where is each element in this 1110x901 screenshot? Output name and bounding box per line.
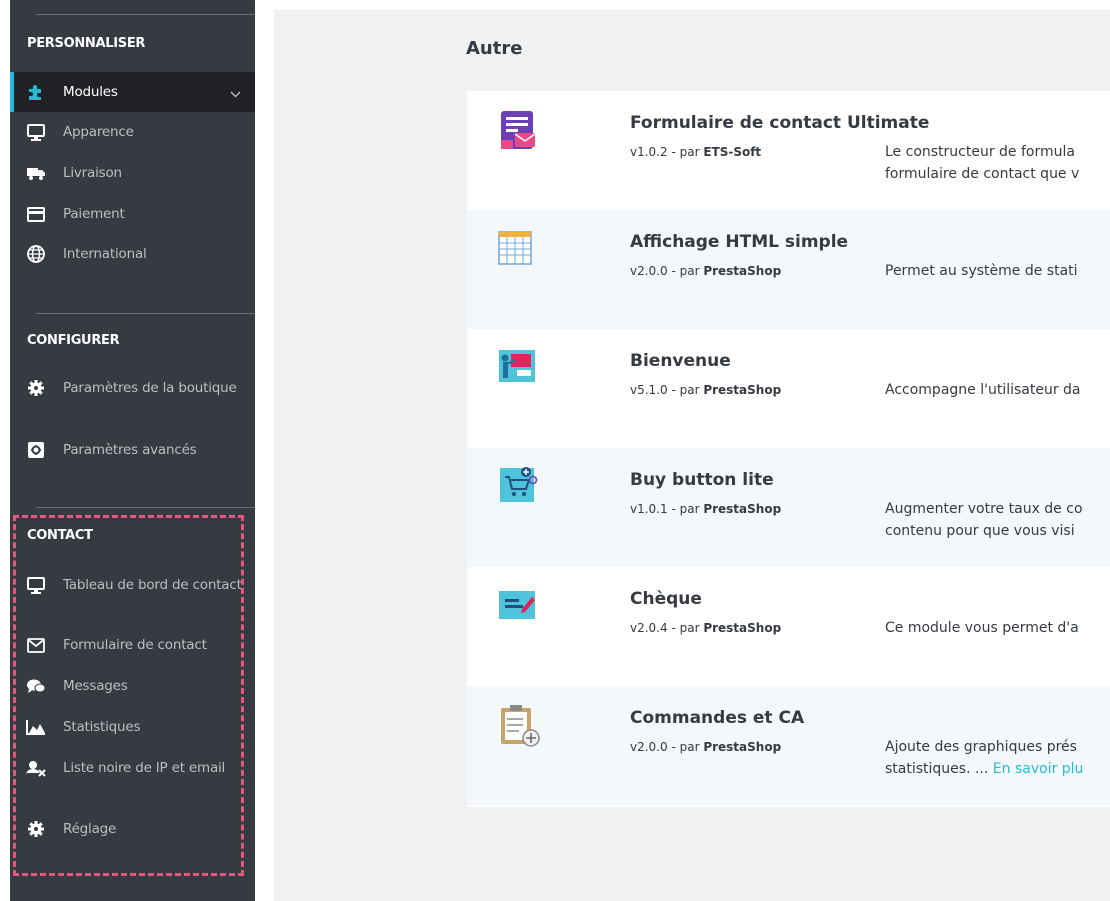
truck-icon: [26, 163, 46, 183]
read-more-link[interactable]: En savoir plu: [993, 761, 1084, 777]
gear-icon: [26, 378, 46, 398]
module-row[interactable]: Buy button lite v1.0.1 - par PrestaShop …: [467, 448, 1110, 567]
module-author: ETS-Soft: [703, 145, 762, 159]
module-description: Augmenter votre taux de co contenu pour …: [885, 501, 1083, 539]
sidebar-item-paiement[interactable]: Paiement: [10, 204, 255, 226]
sidebar: PERSONNALISER Modules Apparence Livraiso…: [10, 0, 255, 901]
sidebar-item-label: Paramètres de la boutique: [63, 380, 237, 396]
sidebar-item-label: Apparence: [63, 124, 134, 140]
module-name[interactable]: Affichage HTML simple: [630, 232, 848, 252]
contact-section-highlight: [13, 515, 244, 876]
chevron-down-icon: [230, 86, 241, 102]
module-row[interactable]: Bienvenue v5.1.0 - par PrestaShop Accomp…: [467, 329, 1110, 448]
module-author: PrestaShop: [703, 740, 782, 754]
sidebar-item-apparence[interactable]: Apparence: [10, 122, 255, 144]
module-name[interactable]: Buy button lite: [630, 470, 774, 490]
panel-gap: [255, 0, 274, 901]
sidebar-item-label: Paiement: [63, 206, 125, 222]
module-description: Permet au système de stati: [885, 263, 1078, 279]
module-author: PrestaShop: [703, 502, 782, 516]
module-version: v2.0.0 - par PrestaShop: [630, 740, 782, 754]
sidebar-item-label: Paramètres avancés: [63, 442, 197, 458]
module-row[interactable]: Affichage HTML simple v2.0.0 - par Prest…: [467, 210, 1110, 329]
section-title-personnaliser: PERSONNALISER: [27, 36, 146, 51]
table-logo-icon: [497, 230, 533, 272]
contact-form-logo-icon: [499, 109, 536, 151]
module-name[interactable]: Bienvenue: [630, 351, 731, 371]
module-version: v2.0.0 - par PrestaShop: [630, 264, 782, 278]
sidebar-divider: [36, 507, 255, 508]
cheque-logo-icon: [497, 587, 535, 629]
advanced-settings-icon: [26, 440, 46, 460]
credit-card-icon: [26, 204, 46, 224]
module-author: PrestaShop: [703, 621, 782, 635]
sidebar-item-label: Modules: [63, 84, 118, 100]
module-row[interactable]: Chèque v2.0.4 - par PrestaShop Ce module…: [467, 567, 1110, 686]
module-author: PrestaShop: [703, 264, 782, 278]
module-name[interactable]: Formulaire de contact Ultimate: [630, 113, 929, 133]
main-content: Autre Formulaire de contact Ultimate v1.…: [274, 10, 1110, 901]
sidebar-item-livraison[interactable]: Livraison: [10, 163, 255, 185]
module-description: Ce module vous permet d'a: [885, 620, 1079, 636]
sidebar-item-parametres-boutique[interactable]: Paramètres de la boutique: [10, 378, 255, 418]
active-indicator: [10, 72, 14, 112]
sidebar-item-label: Livraison: [63, 165, 122, 181]
clipboard-logo-icon: [497, 702, 540, 747]
module-name[interactable]: Commandes et CA: [630, 708, 804, 728]
sidebar-item-parametres-avances[interactable]: Paramètres avancés: [10, 440, 255, 462]
module-row[interactable]: Formulaire de contact Ultimate v1.0.2 - …: [467, 91, 1110, 210]
module-list: Formulaire de contact Ultimate v1.0.2 - …: [467, 91, 1110, 807]
module-description: Ajoute des graphiques prés statistiques.…: [885, 739, 1084, 777]
module-description: Le constructeur de formula formulaire de…: [885, 144, 1080, 182]
module-version: v5.1.0 - par PrestaShop: [630, 383, 782, 397]
module-description: Accompagne l'utilisateur da: [885, 382, 1081, 398]
module-version: v1.0.2 - par ETS-Soft: [630, 145, 762, 159]
sidebar-item-international[interactable]: International: [10, 244, 255, 266]
puzzle-icon: [26, 82, 46, 102]
cart-logo-icon: [498, 464, 538, 506]
sidebar-item-label: International: [63, 246, 147, 262]
monitor-icon: [26, 122, 46, 142]
presentation-logo-icon: [497, 348, 535, 390]
module-author: PrestaShop: [703, 383, 782, 397]
sidebar-item-modules[interactable]: Modules: [10, 72, 255, 112]
sidebar-divider: [36, 313, 255, 314]
section-title-configurer: CONFIGURER: [27, 333, 120, 348]
globe-icon: [26, 244, 46, 264]
sidebar-divider: [36, 14, 255, 15]
module-row[interactable]: Commandes et CA v2.0.0 - par PrestaShop …: [467, 686, 1110, 805]
module-version: v1.0.1 - par PrestaShop: [630, 502, 782, 516]
module-version: v2.0.4 - par PrestaShop: [630, 621, 782, 635]
page-title: Autre: [466, 38, 523, 59]
module-name[interactable]: Chèque: [630, 589, 702, 609]
